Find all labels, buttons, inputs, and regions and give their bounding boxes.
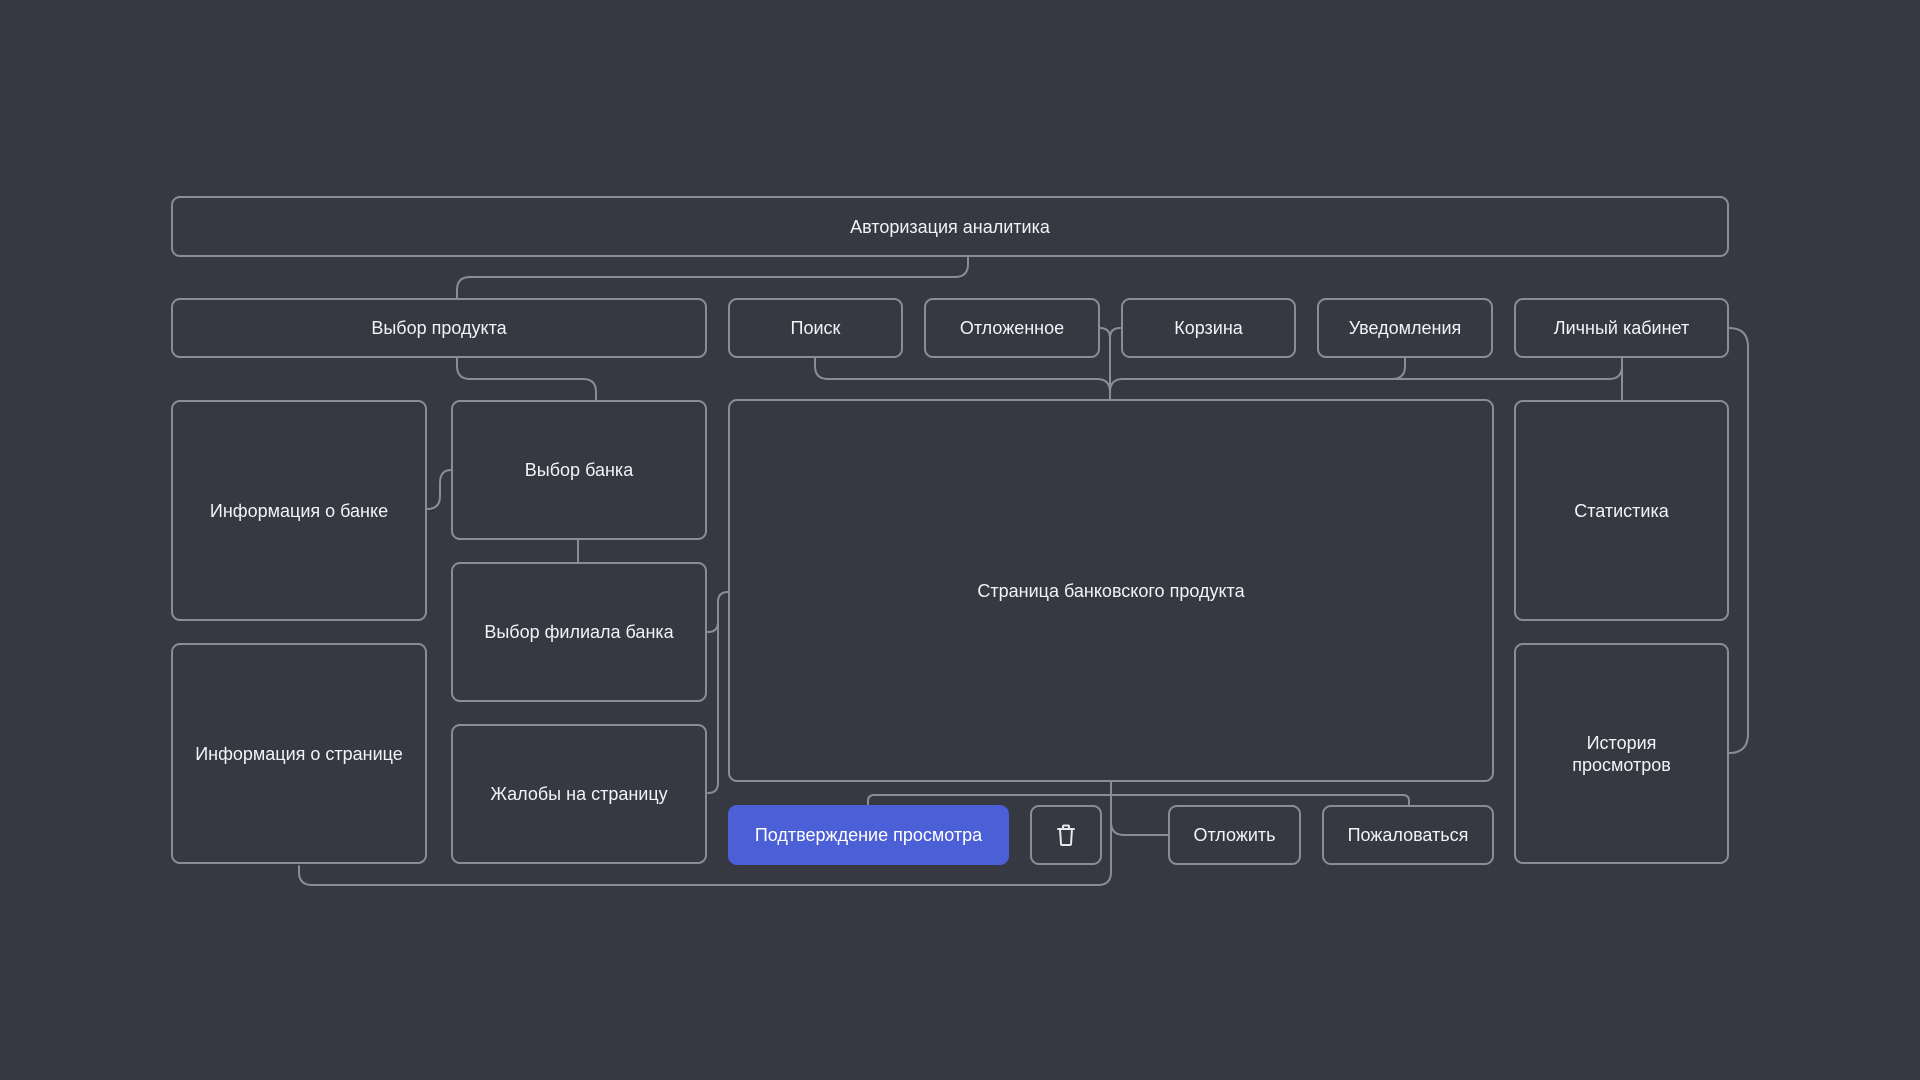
saved-node[interactable]: Отложенное (924, 298, 1100, 358)
notifications-node[interactable]: Уведомления (1317, 298, 1493, 358)
confirm-view-button[interactable]: Подтверждение просмотра (728, 805, 1009, 865)
trash-icon (1057, 824, 1075, 846)
product-page-node[interactable]: Страница банковского продукта (728, 399, 1494, 782)
account-label: Личный кабинет (1553, 318, 1690, 338)
cart-node[interactable]: Корзина (1121, 298, 1296, 358)
cart-label: Корзина (1174, 318, 1243, 338)
auth-node[interactable]: Авторизация аналитика (171, 196, 1729, 257)
connector-saved-cart-trunk (1099, 327, 1121, 393)
branch-select-node[interactable]: Выбор филиала банка (451, 562, 707, 702)
product-page-label: Страница банковского продукта (977, 580, 1245, 601)
bank-select-label: Выбор банка (524, 460, 634, 480)
branch-select-label: Выбор филиала банка (484, 622, 674, 642)
connector-product-page-to-account (1109, 357, 1623, 393)
bank-select-node[interactable]: Выбор банка (451, 400, 707, 540)
complain-label: Пожаловаться (1347, 825, 1469, 845)
diagram-canvas: Авторизация аналитика Выбор продукта Пои… (0, 0, 1920, 1080)
confirm-view-label: Подтверждение просмотра (754, 825, 983, 845)
connector-search-to-product-page (814, 357, 1111, 400)
saved-label: Отложенное (959, 318, 1065, 338)
page-info-node[interactable]: Информация о странице (171, 643, 427, 864)
auth-node-label: Авторизация аналитика (850, 216, 1050, 237)
product-select-node[interactable]: Выбор продукта (171, 298, 707, 358)
page-complaints-node[interactable]: Жалобы на страницу (451, 724, 707, 864)
search-label: Поиск (790, 318, 841, 338)
bank-info-label: Информация о банке (209, 500, 389, 521)
connector-product-select-to-bank-select (456, 357, 597, 401)
account-node[interactable]: Личный кабинет (1514, 298, 1729, 358)
connector-account-to-history (1728, 327, 1749, 754)
page-info-label: Информация о странице (195, 743, 403, 764)
connector-branch-complaints-to-product-page (707, 591, 729, 794)
connector-notifications-tap (1391, 357, 1406, 380)
postpone-label: Отложить (1193, 825, 1276, 845)
history-node[interactable]: История просмотров (1514, 643, 1729, 864)
statistics-label: Статистика (1574, 500, 1669, 521)
page-complaints-label: Жалобы на страницу (490, 784, 668, 804)
product-select-label: Выбор продукта (371, 318, 507, 338)
connector-product-page-to-actions (1110, 781, 1169, 836)
history-label: История просмотров (1572, 732, 1671, 775)
search-node[interactable]: Поиск (728, 298, 903, 358)
complain-button[interactable]: Пожаловаться (1322, 805, 1494, 865)
delete-button[interactable] (1030, 805, 1102, 865)
connector-auth-to-product-select (456, 256, 969, 299)
statistics-node[interactable]: Статистика (1514, 400, 1729, 621)
connector-confirm-to-complain (867, 794, 1410, 806)
bank-info-node[interactable]: Информация о банке (171, 400, 427, 621)
notifications-label: Уведомления (1348, 318, 1462, 338)
connector-bank-info-to-bank-select (426, 469, 452, 510)
postpone-button[interactable]: Отложить (1168, 805, 1301, 865)
